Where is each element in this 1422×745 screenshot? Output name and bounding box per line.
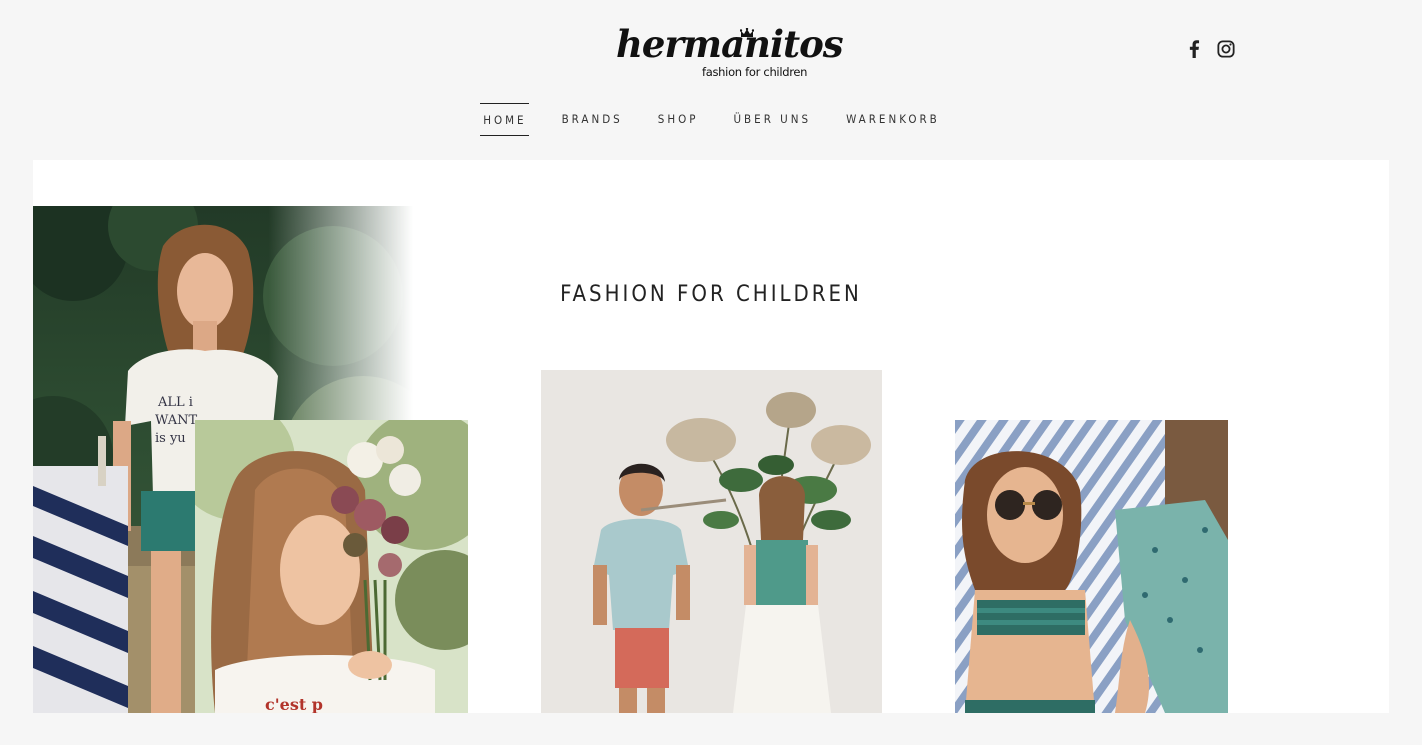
page-headline: FASHION FOR CHILDREN	[560, 282, 862, 307]
nav-item-shop[interactable]: SHOP	[655, 103, 701, 136]
nav-item-home[interactable]: HOME	[480, 103, 529, 136]
instagram-link[interactable]	[1215, 38, 1237, 60]
photo-two-children-branches	[541, 370, 882, 713]
logo-wordmark: hermanitos	[616, 22, 844, 66]
nav-item-ueber-uns[interactable]: ÜBER UNS	[730, 103, 813, 136]
site-logo[interactable]: hermanitos fashion for children	[616, 22, 844, 82]
nav-item-brands[interactable]: BRANDS	[559, 103, 625, 136]
main-navigation: HOME BRANDS SHOP ÜBER UNS WARENKORB	[0, 103, 1422, 136]
nav-item-warenkorb[interactable]: WARENKORB	[843, 103, 942, 136]
svg-text:c'est p: c'est p	[265, 695, 323, 713]
instagram-icon	[1217, 40, 1235, 58]
photo-girl-flowers: c'est p	[195, 420, 468, 713]
page: hermanitos fashion for children HOME BRA…	[0, 0, 1422, 745]
photo-girl-sunglasses-towel	[955, 420, 1228, 713]
facebook-link[interactable]	[1183, 38, 1205, 60]
logo-tagline: fashion for children	[702, 65, 808, 79]
facebook-icon	[1189, 40, 1200, 58]
